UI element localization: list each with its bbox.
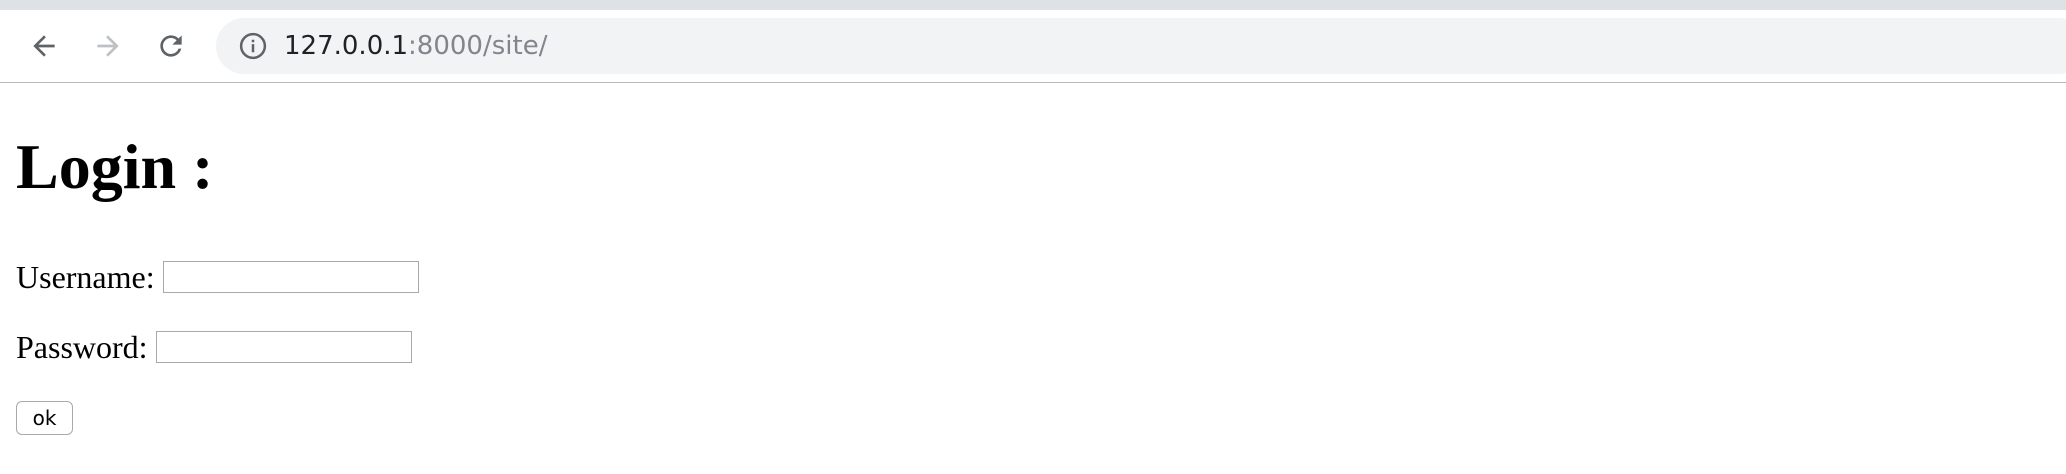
browser-toolbar: 127.0.0.1:8000/site/ bbox=[0, 10, 2066, 83]
page-content: Login : Username: Password: ok bbox=[0, 83, 2066, 474]
password-input[interactable] bbox=[155, 331, 412, 363]
back-button[interactable] bbox=[24, 26, 64, 66]
url-text[interactable]: 127.0.0.1:8000/site/ bbox=[284, 18, 547, 74]
browser-tab-strip bbox=[0, 0, 2066, 10]
reload-icon bbox=[160, 35, 182, 57]
reload-button[interactable] bbox=[151, 26, 191, 66]
password-row: Password: bbox=[16, 327, 412, 367]
url-path: :8000/site/ bbox=[408, 31, 548, 61]
info-icon[interactable] bbox=[238, 31, 268, 61]
username-input[interactable] bbox=[162, 261, 419, 293]
arrow-right-icon bbox=[97, 35, 119, 57]
arrow-left-icon bbox=[33, 35, 55, 57]
address-bar[interactable]: 127.0.0.1:8000/site/ bbox=[216, 18, 2066, 74]
username-label: Username: bbox=[16, 258, 155, 295]
page-title: Login : bbox=[16, 131, 214, 202]
ok-button[interactable]: ok bbox=[16, 401, 73, 435]
username-row: Username: bbox=[16, 257, 419, 297]
url-host: 127.0.0.1 bbox=[284, 31, 409, 61]
forward-button[interactable] bbox=[88, 26, 128, 66]
password-label: Password: bbox=[16, 328, 148, 365]
